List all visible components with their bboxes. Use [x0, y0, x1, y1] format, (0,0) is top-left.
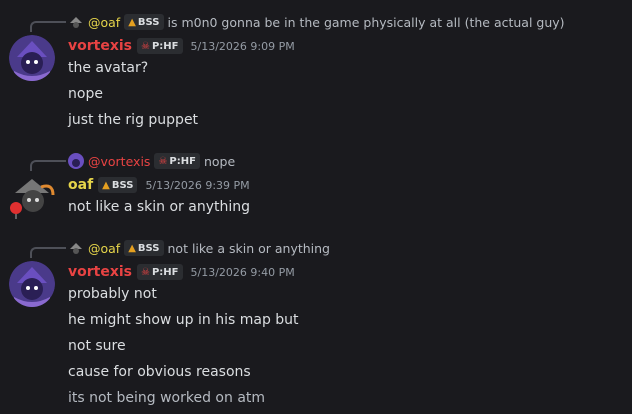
- bss-icon: ▲: [128, 16, 136, 28]
- reply-connector: [30, 21, 66, 32]
- author-tag: ☠ P:HF: [137, 264, 183, 280]
- skull-icon: ☠: [141, 266, 150, 278]
- oaf-mini-avatar-icon: [68, 14, 84, 30]
- message-line: probably not: [68, 286, 157, 302]
- message-line: not like a skin or anything: [68, 199, 250, 215]
- reply-author[interactable]: @oaf: [88, 241, 120, 256]
- message-line: its not being worked on atm: [68, 390, 266, 406]
- message-header: vortexis ☠ P:HF 5/13/2026 9:09 PM: [68, 36, 295, 56]
- skull-icon: ☠: [158, 155, 168, 167]
- vortexis-avatar[interactable]: [9, 35, 55, 81]
- reply-tag: ☠ P:HF: [154, 153, 200, 169]
- vortexis-mini-avatar-icon: [68, 153, 84, 169]
- timestamp: 5/13/2026 9:09 PM: [190, 39, 295, 53]
- reply-text: nope: [203, 153, 236, 169]
- reply-connector: [30, 160, 66, 171]
- author-name[interactable]: oaf: [68, 177, 93, 193]
- message-header: oaf ▲ BSS 5/13/2026 9:39 PM: [68, 175, 250, 195]
- reply-author[interactable]: @oaf: [88, 15, 120, 30]
- message-line: nope: [68, 86, 103, 102]
- reply-text: not like a skin or anything: [167, 240, 331, 256]
- message-line: the avatar?: [68, 60, 149, 76]
- author-name[interactable]: vortexis: [68, 38, 132, 54]
- reply-text: is m0n0 gonna be in the game physically …: [167, 14, 565, 30]
- reply-author[interactable]: @vortexis: [88, 154, 150, 169]
- reply-preview[interactable]: @oaf ▲ BSS is m0n0 gonna be in the game p…: [68, 13, 565, 31]
- message-line: not sure: [68, 338, 126, 354]
- skull-icon: ☠: [141, 40, 150, 52]
- reply-preview[interactable]: @oaf ▲ BSS not like a skin or anything: [68, 239, 330, 257]
- message-line: cause for obvious reasons: [68, 364, 251, 380]
- author-tag: ▲ BSS: [98, 177, 138, 193]
- reply-connector: [30, 247, 66, 258]
- timestamp: 5/13/2026 9:40 PM: [190, 265, 295, 279]
- author-name[interactable]: vortexis: [68, 264, 132, 280]
- author-tag: ☠ P:HF: [137, 38, 183, 54]
- message-line: he might show up in his map but: [68, 312, 299, 328]
- vortexis-avatar[interactable]: [9, 261, 55, 307]
- bss-icon: ▲: [102, 179, 110, 191]
- bss-icon: ▲: [128, 242, 136, 254]
- reply-preview[interactable]: @vortexis ☠ P:HF nope: [68, 152, 235, 170]
- oaf-avatar[interactable]: [9, 173, 55, 219]
- reply-tag: ▲ BSS: [124, 14, 164, 30]
- reply-tag: ▲ BSS: [124, 240, 164, 256]
- message-line: just the rig puppet: [68, 112, 199, 128]
- message-header: vortexis ☠ P:HF 5/13/2026 9:40 PM: [68, 262, 295, 282]
- oaf-mini-avatar-icon: [68, 240, 84, 256]
- timestamp: 5/13/2026 9:39 PM: [145, 178, 250, 192]
